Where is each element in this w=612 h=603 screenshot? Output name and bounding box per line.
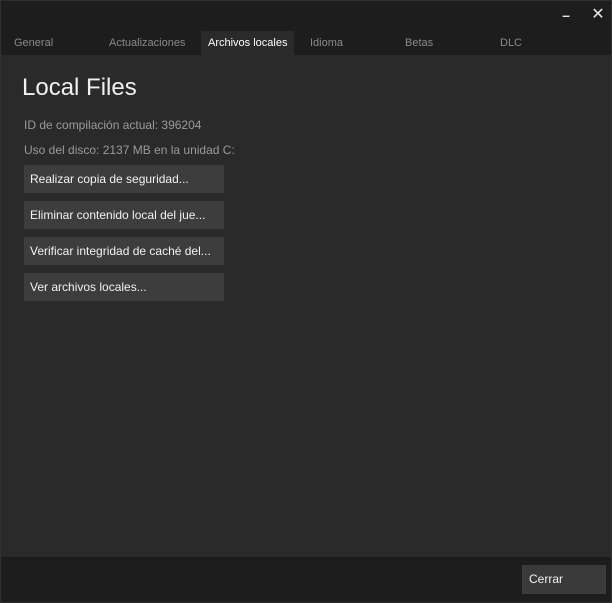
- close-icon: ✕: [591, 6, 605, 23]
- tab-dlc[interactable]: DLC: [500, 31, 522, 55]
- build-id-text: ID de compilación actual: 396204: [24, 118, 202, 132]
- disk-usage-text: Uso del disco: 2137 MB en la unidad C:: [24, 143, 235, 157]
- tab-updates[interactable]: Actualizaciones: [109, 31, 185, 55]
- minimize-icon: –: [562, 7, 570, 23]
- footer-bar: Cerrar: [1, 557, 611, 602]
- page-title: Local Files: [22, 74, 137, 101]
- tab-betas[interactable]: Betas: [405, 31, 433, 55]
- tab-general[interactable]: General: [14, 31, 53, 55]
- close-button[interactable]: Cerrar: [522, 565, 606, 594]
- minimize-button[interactable]: –: [555, 5, 577, 25]
- properties-window: – ✕ General Actualizaciones Archivos loc…: [0, 0, 612, 603]
- local-files-panel: Local Files ID de compilación actual: 39…: [1, 55, 611, 557]
- delete-local-content-button[interactable]: Eliminar contenido local del jue...: [24, 201, 224, 229]
- browse-local-files-button[interactable]: Ver archivos locales...: [24, 273, 224, 301]
- tab-language[interactable]: Idioma: [310, 31, 343, 55]
- close-window-button[interactable]: ✕: [587, 5, 609, 25]
- tab-bar: General Actualizaciones Archivos locales…: [1, 31, 611, 55]
- title-bar: – ✕: [1, 1, 611, 31]
- backup-button[interactable]: Realizar copia de seguridad...: [24, 165, 224, 193]
- tab-local-files[interactable]: Archivos locales: [201, 31, 295, 55]
- verify-integrity-button[interactable]: Verificar integridad de caché del...: [24, 237, 224, 265]
